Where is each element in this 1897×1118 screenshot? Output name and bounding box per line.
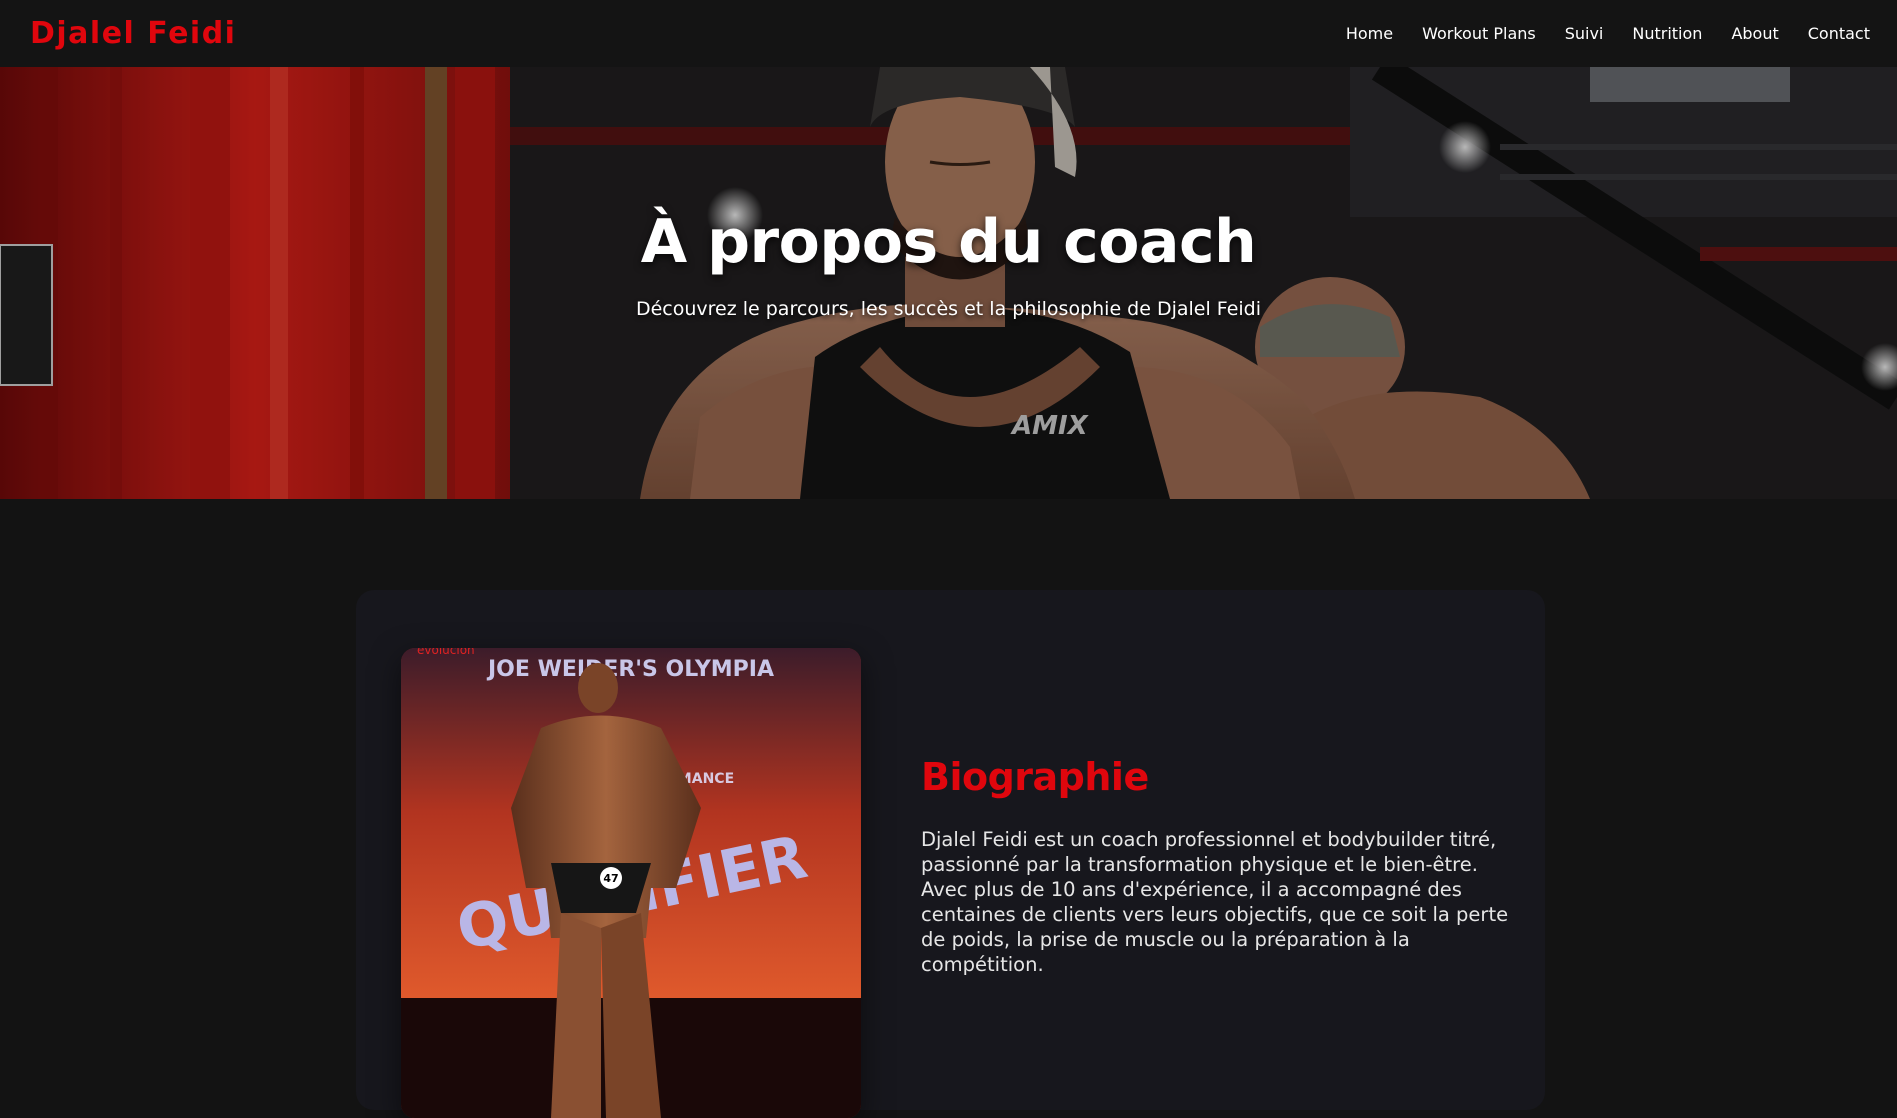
nav-item-suivi: Suivi bbox=[1536, 24, 1604, 43]
photo-corner-text: evolución bbox=[417, 648, 475, 657]
hero-banner: AMIX À propos du coach Découvrez le parc… bbox=[0, 67, 1897, 499]
navbar: Djalel Feidi Home Workout Plans Suivi Nu… bbox=[0, 0, 1897, 67]
biography-card: JOE WEIDER'S OLYMPIA FITNESS & PERFORMAN… bbox=[356, 590, 1545, 1118]
nav-item-workout-plans: Workout Plans bbox=[1393, 24, 1536, 43]
nav-link-workout-plans[interactable]: Workout Plans bbox=[1422, 24, 1536, 43]
nav-item-contact: Contact bbox=[1779, 24, 1870, 43]
nav-link-contact[interactable]: Contact bbox=[1808, 24, 1870, 43]
nav-link-nutrition[interactable]: Nutrition bbox=[1632, 24, 1702, 43]
nav-item-about: About bbox=[1702, 24, 1778, 43]
nav-item-nutrition: Nutrition bbox=[1603, 24, 1702, 43]
nav-item-home: Home bbox=[1317, 24, 1393, 43]
biography-photo: JOE WEIDER'S OLYMPIA FITNESS & PERFORMAN… bbox=[401, 648, 861, 1118]
nav-link-suivi[interactable]: Suivi bbox=[1565, 24, 1604, 43]
competitor-number: 47 bbox=[603, 872, 618, 885]
nav-link-home[interactable]: Home bbox=[1346, 24, 1393, 43]
banner-title-text: JOE WEIDER'S OLYMPIA bbox=[486, 657, 774, 682]
site-logo[interactable]: Djalel Feidi bbox=[30, 16, 236, 51]
biography-paragraph: Djalel Feidi est un coach professionnel … bbox=[921, 828, 1509, 976]
hero-subtitle: Découvrez le parcours, les succès et la … bbox=[635, 298, 1262, 320]
olympia-stage-photo: JOE WEIDER'S OLYMPIA FITNESS & PERFORMAN… bbox=[401, 648, 861, 1118]
biography-text-block: Biographie Djalel Feidi est un coach pro… bbox=[921, 755, 1511, 977]
hero-overlay bbox=[0, 67, 1897, 499]
nav-menu: Home Workout Plans Suivi Nutrition About… bbox=[1317, 24, 1870, 43]
nav-link-about[interactable]: About bbox=[1731, 24, 1778, 43]
hero-title: À propos du coach bbox=[640, 207, 1257, 277]
biography-heading: Biographie bbox=[921, 755, 1149, 799]
